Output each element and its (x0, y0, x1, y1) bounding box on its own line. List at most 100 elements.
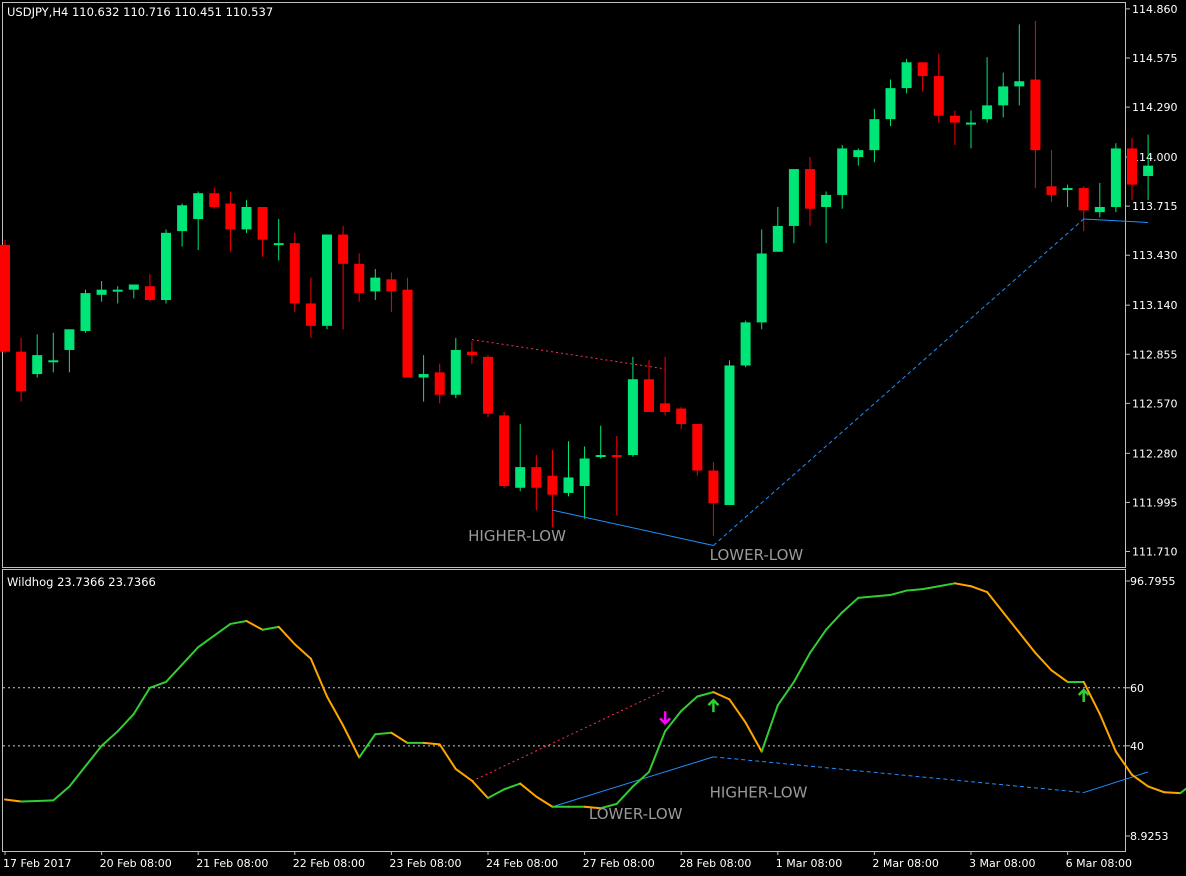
indicator-tick-label: 40 (1130, 740, 1144, 753)
bull-candle-body (885, 88, 896, 120)
oscillator-segment (712, 691, 731, 701)
oscillator-segment (470, 779, 489, 800)
oscillator-segment (889, 589, 908, 596)
bear-candle-body (676, 408, 687, 425)
bear-candle-body (386, 279, 397, 292)
oscillator-segment (503, 782, 522, 791)
bull-candle-body (32, 355, 43, 375)
time-tick-label: 20 Feb 08:00 (100, 857, 172, 870)
bear-candle-body (611, 455, 622, 458)
bull-candle-body (724, 365, 735, 505)
time-tick-label: 22 Feb 08:00 (293, 857, 365, 870)
indicator-panel-frame (2, 569, 1126, 852)
oscillator-segment (197, 634, 216, 649)
oscillator-segment (535, 795, 554, 808)
time-tick-label: 1 Mar 08:00 (776, 857, 842, 870)
bear-candle-body (305, 303, 316, 326)
bull-candle-body (982, 105, 993, 120)
price-tick-label: 112.855 (1132, 348, 1178, 361)
price-divergence-lines (471, 218, 1149, 546)
oscillator-segment (937, 582, 956, 588)
bull-candle-body (80, 293, 91, 332)
bull-candle-body (450, 349, 461, 395)
bull-candle-body (772, 225, 783, 252)
oscillator-segment (229, 620, 248, 625)
bull-candle-body (48, 360, 59, 363)
bear-candle-body (483, 356, 493, 414)
bull-candle-body (1062, 188, 1073, 191)
divergence-label: HIGHER-LOW (468, 527, 566, 545)
bull-candle-body (112, 289, 123, 292)
bull-candle-body (1110, 148, 1121, 207)
oscillator-segment (132, 686, 151, 715)
price-tick-label: 111.995 (1132, 496, 1178, 509)
time-axis: 17 Feb 2017 20 Feb 08:00 21 Feb 08:00 22 Fe… (3, 851, 1132, 870)
oscillator-segment (1098, 712, 1117, 753)
oscillator-segment (100, 730, 119, 747)
oscillator-segment (986, 591, 1005, 614)
oscillator-segment (116, 712, 135, 733)
oscillator-segment (390, 731, 409, 744)
bull-candle-body (966, 122, 976, 125)
price-tick-label: 112.280 (1132, 447, 1178, 460)
bear-candle-body (949, 115, 960, 123)
bear-candle-body (933, 76, 944, 116)
bull-candle-body (788, 169, 799, 226)
price-tick-label: 113.140 (1132, 299, 1178, 312)
bull-candle-body (1143, 165, 1154, 176)
signal-arrows (659, 688, 1090, 726)
bear-candle-body (338, 234, 349, 264)
bull-candle-body (821, 194, 832, 207)
bear-candle-body (16, 351, 27, 392)
price-y-axis: 114.860 114.575 114.290 114.000 113.715 113.4… (1126, 3, 1178, 558)
oscillator-segment (422, 741, 441, 746)
chart-canvas: 114.860 114.575 114.290 114.000 113.715 113.4… (0, 2, 1186, 870)
bear-candle-body (257, 206, 268, 240)
price-tick-label: 114.860 (1132, 3, 1178, 16)
bull-candle-body (1014, 81, 1025, 87)
indicator-tick-label: 96.7955 (1130, 575, 1176, 588)
time-tick-label: 2 Mar 08:00 (872, 857, 938, 870)
bull-candle-body (853, 150, 864, 158)
candlestick-series (0, 20, 1154, 536)
oscillator-levels (3, 687, 1126, 747)
bull-candle-body (177, 205, 188, 232)
oscillator-segment (1002, 611, 1021, 634)
bull-candle-body (837, 148, 848, 195)
oscillator-segment (970, 585, 989, 594)
time-tick-label: 27 Feb 08:00 (583, 857, 655, 870)
bull-candle-body (998, 86, 1009, 106)
bear-candle-body (0, 244, 10, 352)
oscillator-segment (857, 595, 876, 599)
buy-arrow-icon (1077, 688, 1090, 702)
bull-candle-body (193, 193, 204, 220)
oscillator-segment (1147, 785, 1166, 794)
oscillator-segment (873, 593, 892, 598)
oscillator-segment (309, 657, 328, 698)
oscillator-segment (1131, 773, 1150, 788)
oscillator-segment (487, 788, 506, 800)
oscillator-segment (953, 582, 972, 588)
oscillator-segment (905, 588, 924, 592)
oscillator-segment (342, 724, 361, 759)
bullish-divergence-line (1083, 218, 1149, 223)
bull-candle-body (273, 243, 284, 246)
bear-candle-body (1078, 188, 1089, 211)
bullish-divergence-line (552, 756, 714, 808)
oscillator-segment (921, 585, 940, 591)
oscillator-segment (519, 782, 538, 798)
oscillator-segment (374, 731, 393, 736)
bull-candle-body (579, 458, 590, 487)
time-tick-label: 28 Feb 08:00 (679, 857, 751, 870)
oscillator-segment (454, 768, 473, 782)
bear-candle-body (225, 203, 236, 230)
bullish-divergence-line (552, 509, 714, 546)
oscillator-segment (213, 622, 232, 637)
oscillator-segment (1034, 651, 1053, 672)
oscillator-segment (680, 695, 699, 712)
oscillator-segment (358, 733, 377, 759)
bull-candle-body (418, 374, 429, 378)
divergence-label: HIGHER-LOW (710, 783, 808, 801)
oscillator-segment (181, 646, 200, 666)
bull-candle-body (64, 329, 75, 350)
